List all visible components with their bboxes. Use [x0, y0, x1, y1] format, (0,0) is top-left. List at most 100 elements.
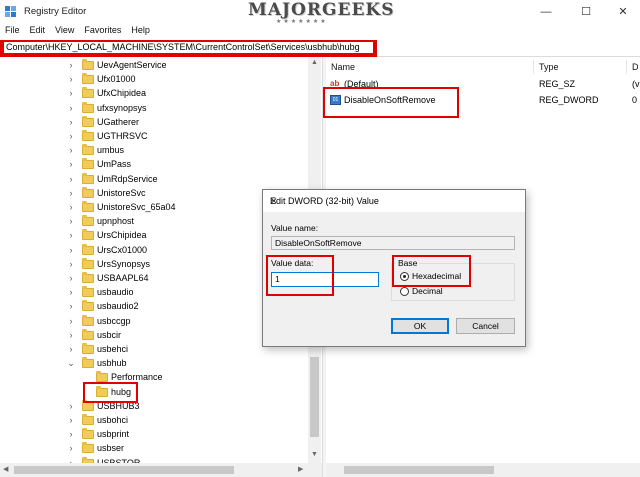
menu-bar: File Edit View Favorites Help [0, 25, 155, 39]
folder-icon [82, 158, 94, 170]
decimal-radio[interactable] [400, 287, 409, 296]
tree-item[interactable]: › UGTHRSVC [66, 129, 306, 143]
folder-icon [82, 428, 94, 440]
chevron-right-icon[interactable]: › [66, 314, 76, 328]
chevron-right-icon[interactable]: › [66, 101, 76, 115]
chevron-right-icon[interactable]: › [66, 413, 76, 427]
menu-file[interactable]: File [5, 25, 20, 35]
menu-view[interactable]: View [55, 25, 74, 35]
tree-item[interactable]: › usbprint [66, 427, 306, 441]
menu-favorites[interactable]: Favorites [84, 25, 121, 35]
chevron-right-icon[interactable]: › [66, 427, 76, 441]
majorgeeks-watermark: MAJORGEEKS ★★★★★★★ [236, 0, 393, 26]
close-button[interactable]: ✕ [603, 0, 640, 24]
chevron-down-icon[interactable]: ⌄ [66, 356, 76, 370]
chevron-right-icon[interactable]: › [66, 399, 76, 413]
ok-button[interactable]: OK [391, 318, 449, 334]
folder-icon [82, 59, 94, 70]
chevron-right-icon[interactable]: › [66, 143, 76, 157]
tree-item-label: UfxChipidea [97, 88, 147, 99]
values-horizontal-scrollbar[interactable] [326, 463, 640, 477]
chevron-right-icon[interactable]: › [66, 129, 76, 143]
chevron-right-icon[interactable]: › [66, 186, 76, 200]
tree-item-label: UevAgentService [97, 60, 167, 70]
tree-item[interactable]: › Ufx01000 [66, 72, 306, 86]
tree-item-label: umbus [97, 145, 125, 156]
chevron-right-icon[interactable]: › [66, 271, 76, 285]
tree-item-label: usbprint [97, 429, 130, 440]
tree-item[interactable]: › usbser [66, 441, 306, 455]
tree-scroll-thumb[interactable] [310, 357, 319, 437]
tree-item[interactable]: › USBSTOR [66, 456, 306, 463]
tree-item-label: usbser [97, 443, 125, 454]
value-data: 0 [632, 95, 638, 105]
menu-edit[interactable]: Edit [30, 25, 46, 35]
scroll-left-icon[interactable]: ◀ [3, 465, 8, 473]
chevron-right-icon[interactable]: › [66, 342, 76, 356]
tree-item-label: usbccgp [97, 315, 131, 326]
folder-icon [82, 73, 94, 85]
tree-horizontal-scrollbar[interactable]: ◀ ▶ [0, 463, 322, 477]
folder-icon [82, 186, 94, 198]
highlight-address [0, 40, 377, 57]
tree-item[interactable]: › umbus [66, 143, 306, 157]
tree-hscroll-thumb[interactable] [14, 466, 234, 474]
tree-item-label: usbohci [97, 415, 129, 425]
column-data-header[interactable]: D [632, 62, 639, 72]
chevron-right-icon[interactable]: › [66, 214, 76, 228]
chevron-right-icon[interactable]: › [66, 299, 76, 313]
highlight-value-data [266, 255, 334, 296]
scroll-right-icon[interactable]: ▶ [298, 465, 303, 473]
column-name-header[interactable]: Name [331, 62, 355, 72]
tree-item-label: UGatherer [97, 116, 140, 127]
watermark-stars: ★★★★★★★ [276, 19, 328, 25]
chevron-right-icon[interactable]: › [66, 257, 76, 271]
folder-icon [82, 172, 94, 184]
tree-item[interactable]: › UevAgentService [66, 58, 306, 72]
tree-item[interactable]: › UGatherer [66, 115, 306, 129]
tree-item-label: USBAAPL64 [97, 273, 149, 283]
values-hscroll-thumb[interactable] [344, 466, 494, 474]
cancel-button[interactable]: Cancel [456, 318, 515, 334]
scroll-down-icon[interactable]: ▼ [311, 451, 318, 458]
value-name-label: Value name: [271, 223, 319, 233]
menu-help[interactable]: Help [131, 25, 150, 35]
minimize-button[interactable]: — [526, 0, 566, 24]
tree-item[interactable]: › usbohci [66, 413, 306, 427]
chevron-right-icon[interactable]: › [66, 285, 76, 299]
decimal-label[interactable]: Decimal [412, 286, 443, 296]
folder-icon [82, 414, 94, 425]
tree-item[interactable]: ⌄ usbhub [66, 356, 306, 370]
folder-icon [82, 442, 94, 454]
tree-item[interactable]: › UfxChipidea [66, 86, 306, 100]
maximize-button[interactable]: ☐ [566, 0, 606, 24]
tree-item-label: UmRdpService [97, 173, 158, 184]
value-type: REG_SZ [539, 79, 576, 89]
chevron-right-icon[interactable]: › [66, 58, 76, 72]
tree-item[interactable]: › ufxsynopsys [66, 101, 306, 115]
chevron-right-icon[interactable]: › [66, 228, 76, 242]
tree-item[interactable]: › UmPass [66, 157, 306, 171]
tree-item-label: ufxsynopsys [97, 102, 147, 113]
tree-item-label: UmPass [97, 159, 132, 170]
chevron-right-icon[interactable]: › [66, 157, 76, 171]
chevron-right-icon[interactable]: › [66, 456, 76, 463]
scroll-up-icon[interactable]: ▲ [311, 59, 318, 66]
title-bar: Registry Editor MAJORGEEKS ★★★★★★★ — ☐ ✕ [0, 0, 640, 26]
chevron-right-icon[interactable]: › [66, 86, 76, 100]
chevron-right-icon[interactable]: › [66, 243, 76, 257]
tree-item[interactable]: › UmRdpService [66, 172, 306, 186]
folder-icon [82, 257, 94, 269]
tree-item-label: usbcir [97, 329, 122, 340]
chevron-right-icon[interactable]: › [66, 441, 76, 455]
column-type-header[interactable]: Type [539, 62, 559, 72]
chevron-right-icon[interactable]: › [66, 115, 76, 129]
watermark-text: MAJORGEEKS [248, 0, 395, 20]
chevron-right-icon[interactable]: › [66, 200, 76, 214]
chevron-right-icon[interactable]: › [66, 72, 76, 86]
tree-item-label: UrsSynopsys [97, 258, 151, 269]
chevron-right-icon[interactable]: › [66, 172, 76, 186]
dialog-close-icon[interactable]: ✕ [270, 196, 517, 207]
chevron-right-icon[interactable]: › [66, 328, 76, 342]
tree-item-label: UGTHRSVC [97, 131, 148, 141]
